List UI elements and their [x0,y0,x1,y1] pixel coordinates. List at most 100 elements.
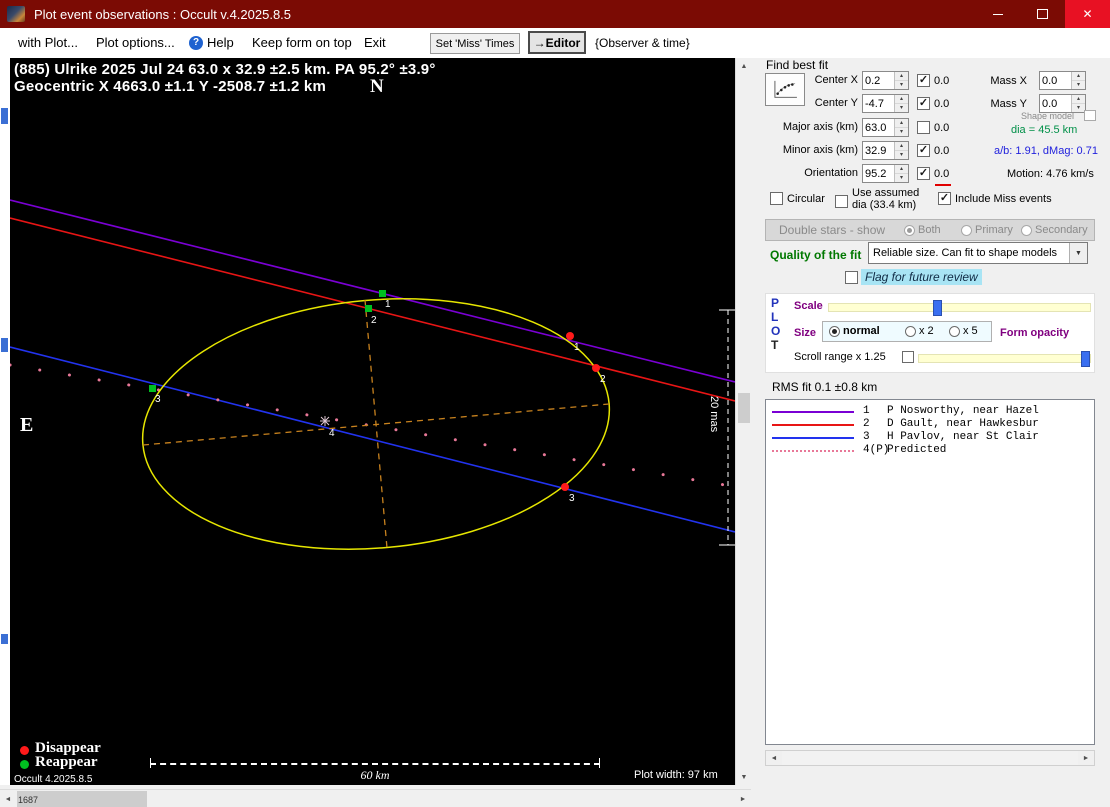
flag-review-checkbox[interactable] [845,271,858,284]
dropdown-arrow-icon[interactable]: ▼ [1069,243,1087,263]
east-label: E [20,414,34,436]
menu-keep-on-top[interactable]: Keep form on top [252,28,352,58]
both-radio[interactable] [904,225,915,236]
secondary-radio-label: Secondary [1035,224,1088,236]
orientation-spinner[interactable]: ▴▾ [862,164,909,183]
spinner-up-icon[interactable]: ▴ [895,142,908,151]
list-item[interactable]: 1 P Nosworthy, near Hazel [766,405,1094,418]
horizontal-scrollbar[interactable]: ◄ ► [0,789,751,807]
form-opacity-button[interactable]: Form opacity [1000,327,1069,339]
mass-x-input[interactable] [1040,72,1071,89]
major-axis-lock-checkbox[interactable] [917,121,930,134]
editor-button[interactable]: →Editor [528,31,586,54]
marker-label: 4 [329,428,335,439]
center-y-lock-checkbox[interactable]: ✓ [917,97,930,110]
spinner-up-icon[interactable]: ▴ [895,95,908,104]
center-x-label: Center X [814,74,858,86]
primary-radio[interactable] [961,225,972,236]
spinner-up-icon[interactable]: ▴ [895,165,908,174]
observation-number: 2 [863,418,870,430]
disappear-marker-1 [566,332,574,340]
center-y-input[interactable] [863,95,894,112]
mass-y-input[interactable] [1040,95,1071,112]
close-button[interactable]: ✕ [1065,0,1110,28]
vertical-scrollbar[interactable]: ▲ ▼ [735,58,752,785]
major-axis-input[interactable] [863,119,894,136]
mass-x-label: Mass X [990,75,1027,87]
status-number: 1687 [18,795,39,805]
disappear-marker-2 [592,364,600,372]
set-miss-times-button[interactable]: Set 'Miss' Times [430,33,520,54]
titlebar[interactable]: Plot event observations : Occult v.4.202… [0,0,1110,28]
scroll-right-icon[interactable]: ► [1078,751,1094,765]
scroll-left-icon[interactable]: ◄ [0,791,16,807]
marker-label: 2 [600,374,606,385]
scroll-range-checkbox[interactable] [902,351,914,363]
spinner-up-icon[interactable]: ▴ [895,119,908,128]
minimize-button[interactable] [975,0,1020,28]
orientation-input[interactable] [863,165,894,182]
circular-checkbox[interactable] [770,192,783,205]
observer-time-label[interactable]: {Observer & time} [595,28,690,58]
vertical-scrollbar-thumb[interactable] [738,393,750,423]
scroll-down-icon[interactable]: ▼ [736,769,752,785]
minor-axis-spinner[interactable]: ▴▾ [862,141,909,160]
spinner-down-icon[interactable]: ▾ [895,151,908,159]
menu-exit[interactable]: Exit [364,28,386,58]
minor-axis-input[interactable] [863,142,894,159]
scroll-right-icon[interactable]: ► [735,791,751,807]
orientation-label: Orientation [804,167,858,179]
spinner-up-icon[interactable]: ▴ [1072,95,1085,104]
list-item[interactable]: 2 D Gault, near Hawkesbur [766,418,1094,431]
scale-slider-thumb[interactable] [933,300,942,316]
scroll-range-slider-thumb[interactable] [1081,351,1090,367]
fit-panel: Find best fit Center X ▴▾ ✓ 0.0 Mass X ▴… [751,58,1110,807]
size-radio-group: normal x 2 x 5 [822,321,992,342]
maximize-button[interactable] [1020,0,1065,28]
spinner-down-icon[interactable]: ▾ [895,128,908,136]
center-x-spinner[interactable]: ▴▾ [862,71,909,90]
scroll-left-icon[interactable]: ◄ [766,751,782,765]
spinner-down-icon[interactable]: ▾ [895,104,908,112]
shape-model-checkbox[interactable] [1084,110,1096,121]
disappear-legend-icon [20,746,29,755]
spinner-up-icon[interactable]: ▴ [895,72,908,81]
scroll-up-icon[interactable]: ▲ [736,58,752,74]
major-axis-spinner[interactable]: ▴▾ [862,118,909,137]
motion-label: Motion: 4.76 km/s [1007,168,1094,180]
list-item[interactable]: 3 H Pavlov, near St Clair [766,431,1094,444]
use-assumed-dia-checkbox[interactable] [835,195,848,208]
spinner-down-icon[interactable]: ▾ [1072,81,1085,89]
spinner-down-icon[interactable]: ▾ [895,81,908,89]
minimize-icon [992,13,1003,15]
observations-list[interactable]: 1 P Nosworthy, near Hazel 2 D Gault, nea… [765,399,1095,745]
mass-x-spinner[interactable]: ▴▾ [1039,71,1086,90]
size-normal-radio[interactable] [829,326,840,337]
menu-with-plot[interactable]: with Plot... [18,28,78,58]
center-y-spinner[interactable]: ▴▾ [862,94,909,113]
plot-area[interactable]: 1 2 3 1 2 3 4 (885) Ulrike 2025 Jul 24 6… [10,58,735,785]
plot-canvas[interactable]: 1 2 3 1 2 3 4 [10,58,735,785]
minor-axis-lock-checkbox[interactable]: ✓ [917,144,930,157]
scale-bar-right-tick [599,758,600,768]
quality-of-fit-dropdown[interactable]: Reliable size. Can fit to shape models ▼ [868,242,1088,264]
list-horizontal-scrollbar[interactable]: ◄ ► [765,750,1095,766]
include-miss-events-checkbox[interactable]: ✓ [938,192,951,205]
spinner-up-icon[interactable]: ▴ [1072,72,1085,81]
scroll-range-slider[interactable] [918,351,1091,367]
center-x-lock-checkbox[interactable]: ✓ [917,74,930,87]
size-x2-radio[interactable] [905,326,916,337]
minor-axis-dashed-line [364,299,388,549]
minor-axis-lock-value: 0.0 [934,145,950,157]
menu-help[interactable]: Help [207,28,234,58]
disappear-marker-3 [561,483,569,491]
menu-plot-options[interactable]: Plot options... [96,28,175,58]
size-x5-radio[interactable] [949,326,960,337]
list-item[interactable]: 4(P) Predicted [766,444,1094,457]
help-icon[interactable]: ? [189,36,203,50]
spinner-down-icon[interactable]: ▾ [895,174,908,182]
center-x-input[interactable] [863,72,894,89]
scale-slider[interactable] [828,300,1091,316]
orientation-lock-checkbox[interactable]: ✓ [917,167,930,180]
secondary-radio[interactable] [1021,225,1032,236]
